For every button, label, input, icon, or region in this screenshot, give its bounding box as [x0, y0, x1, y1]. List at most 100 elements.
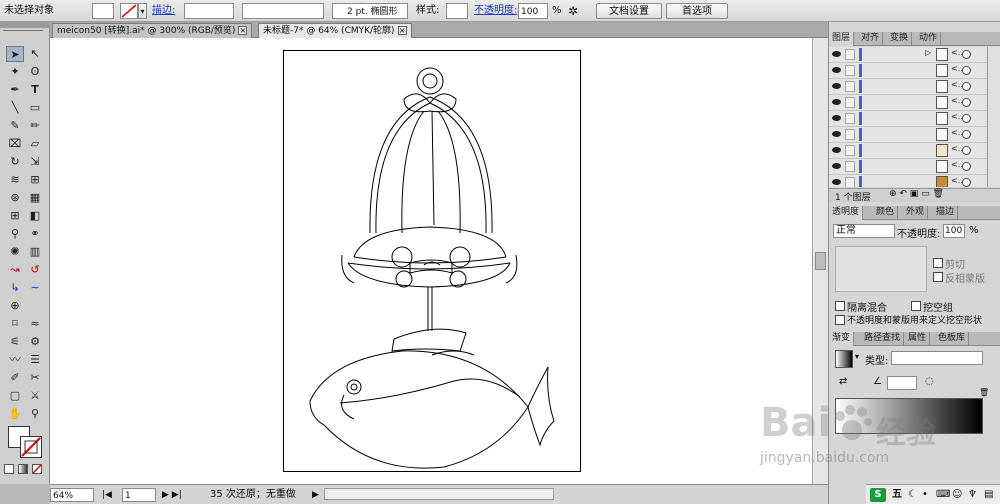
- blend-tool-icon[interactable]: ⚭: [26, 226, 44, 242]
- close-icon[interactable]: ×: [238, 26, 248, 35]
- clip-checkbox[interactable]: [933, 258, 943, 268]
- tab-pathfinder[interactable]: 路径查找: [861, 332, 905, 346]
- tab-align[interactable]: 对齐: [858, 32, 884, 46]
- artboard[interactable]: [283, 50, 581, 472]
- mesh-tool-icon[interactable]: ⊞: [6, 208, 24, 224]
- column-graph-tool-icon[interactable]: ▥: [26, 244, 44, 260]
- opacity-link[interactable]: 不透明度:: [474, 3, 517, 19]
- lock-toggle[interactable]: [845, 161, 855, 172]
- stroke-link[interactable]: 描边:: [152, 3, 175, 19]
- layer-row[interactable]: <...: [829, 175, 987, 187]
- hand-tool-icon[interactable]: ✋: [6, 406, 24, 422]
- target-icon[interactable]: [962, 162, 971, 171]
- stroke-swatch[interactable]: [120, 3, 138, 19]
- knockout-group-checkbox[interactable]: [911, 301, 921, 311]
- zoom-tool-icon[interactable]: ⚲: [26, 406, 44, 422]
- style-swatch[interactable]: [446, 3, 468, 19]
- blob-brush-tool-icon[interactable]: ⌧: [6, 136, 24, 152]
- eyedropper-tool-icon[interactable]: ⚲: [6, 226, 24, 242]
- fill-swatch[interactable]: [92, 3, 114, 19]
- vertical-scrollbar[interactable]: [812, 38, 828, 484]
- recolor-artwork-icon[interactable]: ✲: [568, 3, 578, 19]
- width-tool-icon[interactable]: ⚟: [6, 334, 24, 350]
- tray-keyboard-icon[interactable]: ⌨: [936, 488, 950, 502]
- tray-shirt-icon[interactable]: ♆: [968, 488, 977, 502]
- eye-icon[interactable]: [832, 163, 841, 169]
- tab-transparency[interactable]: 透明度: [829, 206, 864, 220]
- isolate-blending-checkbox[interactable]: [835, 301, 845, 311]
- transparency-opacity-input[interactable]: 100: [943, 224, 965, 238]
- layer-row[interactable]: <...: [829, 95, 987, 111]
- first-artboard-icon[interactable]: |◀: [102, 488, 112, 502]
- pen-tool-icon[interactable]: ✒: [6, 82, 24, 98]
- layer-row[interactable]: <...: [829, 143, 987, 159]
- layer-row[interactable]: <...: [829, 111, 987, 127]
- target-icon[interactable]: [962, 178, 971, 187]
- brush-definition-field[interactable]: [242, 3, 324, 19]
- status-menu-arrow-icon[interactable]: ▶: [312, 488, 319, 502]
- measure-tool-icon[interactable]: ✂: [26, 370, 44, 386]
- artboard2-tool-icon[interactable]: ▢: [6, 388, 24, 404]
- canvas[interactable]: [50, 38, 812, 484]
- tools-panel-grip[interactable]: [0, 22, 50, 28]
- layer-row[interactable]: <...: [829, 127, 987, 143]
- gradient-mode-icon[interactable]: [18, 464, 28, 474]
- eye-icon[interactable]: [832, 67, 841, 73]
- stroke-weight-field[interactable]: [184, 3, 234, 19]
- tab-layers[interactable]: 图层: [829, 32, 855, 46]
- layers-footer-icons[interactable]: ⊕ ↶ ▣ ▭ 🗑: [889, 189, 944, 199]
- paintbrush-tool-icon[interactable]: ✎: [6, 118, 24, 134]
- shape-builder-tool-icon[interactable]: ⊛: [6, 190, 24, 206]
- lock-toggle[interactable]: [845, 81, 855, 92]
- eyedropper2-tool-icon[interactable]: ✐: [6, 370, 24, 386]
- tab-color[interactable]: 颜色: [873, 206, 899, 220]
- delete-stop-icon[interactable]: 🗑: [979, 388, 989, 397]
- eye-icon[interactable]: [832, 51, 841, 57]
- graph-tool-icon[interactable]: 〰: [6, 352, 24, 368]
- warp-tool-icon[interactable]: ≋: [6, 172, 24, 188]
- target-icon[interactable]: [962, 50, 971, 59]
- target-icon[interactable]: [962, 114, 971, 123]
- tab-transform[interactable]: 变换: [887, 32, 913, 46]
- stroke-proxy[interactable]: [20, 436, 42, 458]
- layer-row[interactable]: <...: [829, 63, 987, 79]
- eye-icon[interactable]: [832, 99, 841, 105]
- preferences-button[interactable]: 首选项: [666, 3, 728, 19]
- artboard-tool-icon[interactable]: ⌑: [6, 316, 24, 332]
- layer-row[interactable]: <...: [829, 159, 987, 175]
- free-transform-tool-icon[interactable]: ⊞: [26, 172, 44, 188]
- lock-toggle[interactable]: [845, 129, 855, 140]
- eye-icon[interactable]: [832, 131, 841, 137]
- target-icon[interactable]: [962, 98, 971, 107]
- knife-tool-icon[interactable]: ⚔: [26, 388, 44, 404]
- stroke-swatch-dropdown[interactable]: ▾: [138, 3, 147, 19]
- tray-person-icon[interactable]: ☺: [952, 488, 962, 502]
- list-tool-icon[interactable]: ☰: [26, 352, 44, 368]
- reverse-gradient-icon[interactable]: ⇄: [839, 376, 847, 387]
- slice-tool-icon[interactable]: ≈: [26, 316, 44, 332]
- tab-appearance[interactable]: 外观: [903, 206, 929, 220]
- gradient-angle-input[interactable]: [887, 376, 917, 390]
- gradient-swatch[interactable]: [835, 350, 853, 368]
- opacity-mask-checkbox[interactable]: [835, 315, 845, 325]
- tab-meicon50[interactable]: meicon50 [转换].ai* @ 300% (RGB/预览) ×: [52, 23, 253, 38]
- target-icon[interactable]: [962, 146, 971, 155]
- layer-row[interactable]: <... ▷: [829, 47, 987, 63]
- expand-arrow-icon[interactable]: ▷: [925, 48, 931, 57]
- tab-stroke[interactable]: 描边: [933, 206, 959, 220]
- artboard-number-field[interactable]: 1: [122, 488, 156, 502]
- invert-mask-checkbox[interactable]: [933, 272, 943, 282]
- tab-swatch-libraries[interactable]: 色板库: [935, 332, 970, 346]
- magic-wand-tool-icon[interactable]: ✦: [6, 64, 24, 80]
- gradient-ramp[interactable]: [835, 398, 983, 434]
- lock-toggle[interactable]: [845, 65, 855, 76]
- direct-selection-tool-icon[interactable]: ↖: [26, 46, 44, 62]
- line-tool-icon[interactable]: ╲: [6, 100, 24, 116]
- eye-icon[interactable]: [832, 147, 841, 153]
- tray-moon-icon[interactable]: ☾: [908, 488, 917, 502]
- rotate-tool-icon[interactable]: ↻: [6, 154, 24, 170]
- perspective-grid-tool-icon[interactable]: ▦: [26, 190, 44, 206]
- add-anchor-blue-icon[interactable]: ↳: [6, 280, 24, 296]
- next-artboard-icon[interactable]: ▶ ▶|: [162, 488, 182, 502]
- gradient-type-select[interactable]: [891, 351, 983, 365]
